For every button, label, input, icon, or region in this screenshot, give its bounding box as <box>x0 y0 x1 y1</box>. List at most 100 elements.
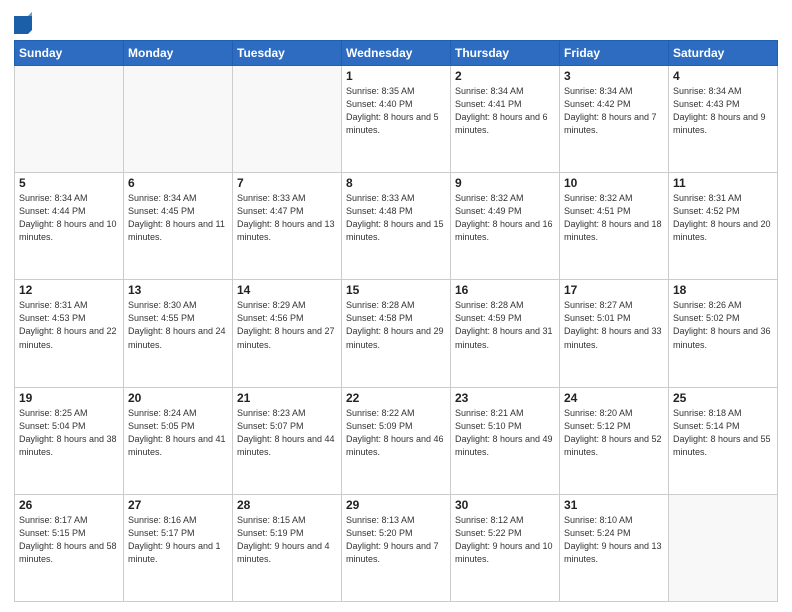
day-info: Sunrise: 8:16 AM Sunset: 5:17 PM Dayligh… <box>128 514 228 566</box>
day-number: 11 <box>673 176 773 190</box>
calendar-cell: 3Sunrise: 8:34 AM Sunset: 4:42 PM Daylig… <box>560 66 669 173</box>
calendar-cell: 6 Sunrise: 8:34 AM Sunset: 4:45 PM Daylig… <box>124 173 233 280</box>
calendar-cell <box>233 66 342 173</box>
calendar-cell: 16Sunrise: 8:28 AM Sunset: 4:59 PM Dayli… <box>451 280 560 387</box>
calendar-cell: 11 Sunrise: 8:31 AM Sunset: 4:52 PM Dayli… <box>669 173 778 280</box>
day-info: Sunrise: 8:29 AM Sunset: 4:56 PM Dayligh… <box>237 299 337 351</box>
weekday-header-wednesday: Wednesday <box>342 41 451 66</box>
week-row-2: 12 Sunrise: 8:31 AM Sunset: 4:53 PM Dayli… <box>15 280 778 387</box>
calendar-cell: 30 Sunrise: 8:12 AM Sunset: 5:22 PM Dayli… <box>451 494 560 601</box>
day-number: 22 <box>346 391 446 405</box>
calendar-cell <box>669 494 778 601</box>
day-number: 10 <box>564 176 664 190</box>
day-number: 6 <box>128 176 228 190</box>
day-info: Sunrise: 8:30 AM Sunset: 4:55 PM Dayligh… <box>128 299 228 351</box>
day-number: 29 <box>346 498 446 512</box>
day-info: Sunrise: 8:21 AM Sunset: 5:10 PM Dayligh… <box>455 407 555 459</box>
calendar-cell: 17Sunrise: 8:27 AM Sunset: 5:01 PM Dayli… <box>560 280 669 387</box>
calendar-cell: 18 Sunrise: 8:26 AM Sunset: 5:02 PM Dayli… <box>669 280 778 387</box>
day-info: Sunrise: 8:13 AM Sunset: 5:20 PM Dayligh… <box>346 514 446 566</box>
weekday-header-monday: Monday <box>124 41 233 66</box>
day-number: 20 <box>128 391 228 405</box>
day-number: 8 <box>346 176 446 190</box>
day-info: Sunrise: 8:26 AM Sunset: 5:02 PM Dayligh… <box>673 299 773 351</box>
day-info: Sunrise: 8:35 AM Sunset: 4:40 PM Dayligh… <box>346 85 446 137</box>
day-info: Sunrise: 8:22 AM Sunset: 5:09 PM Dayligh… <box>346 407 446 459</box>
calendar-cell: 5 Sunrise: 8:34 AM Sunset: 4:44 PM Daylig… <box>15 173 124 280</box>
day-info: Sunrise: 8:33 AM Sunset: 4:47 PM Dayligh… <box>237 192 337 244</box>
week-row-1: 5 Sunrise: 8:34 AM Sunset: 4:44 PM Daylig… <box>15 173 778 280</box>
calendar-cell: 28 Sunrise: 8:15 AM Sunset: 5:19 PM Dayli… <box>233 494 342 601</box>
day-number: 4 <box>673 69 773 83</box>
day-number: 28 <box>237 498 337 512</box>
day-number: 19 <box>19 391 119 405</box>
week-row-4: 26 Sunrise: 8:17 AM Sunset: 5:15 PM Dayli… <box>15 494 778 601</box>
calendar-cell <box>15 66 124 173</box>
day-info: Sunrise: 8:34 AM Sunset: 4:45 PM Dayligh… <box>128 192 228 244</box>
day-info: Sunrise: 8:32 AM Sunset: 4:51 PM Dayligh… <box>564 192 664 244</box>
day-number: 25 <box>673 391 773 405</box>
day-number: 12 <box>19 283 119 297</box>
calendar-cell: 9 Sunrise: 8:32 AM Sunset: 4:49 PM Daylig… <box>451 173 560 280</box>
day-info: Sunrise: 8:24 AM Sunset: 5:05 PM Dayligh… <box>128 407 228 459</box>
day-info: Sunrise: 8:34 AM Sunset: 4:42 PM Dayligh… <box>564 85 664 137</box>
calendar-cell: 20 Sunrise: 8:24 AM Sunset: 5:05 PM Dayli… <box>124 387 233 494</box>
day-info: Sunrise: 8:23 AM Sunset: 5:07 PM Dayligh… <box>237 407 337 459</box>
week-row-3: 19Sunrise: 8:25 AM Sunset: 5:04 PM Dayli… <box>15 387 778 494</box>
day-number: 7 <box>237 176 337 190</box>
day-number: 18 <box>673 283 773 297</box>
day-number: 24 <box>564 391 664 405</box>
calendar-cell: 7 Sunrise: 8:33 AM Sunset: 4:47 PM Daylig… <box>233 173 342 280</box>
weekday-header-friday: Friday <box>560 41 669 66</box>
day-number: 21 <box>237 391 337 405</box>
day-number: 31 <box>564 498 664 512</box>
weekday-header-thursday: Thursday <box>451 41 560 66</box>
calendar-cell: 29 Sunrise: 8:13 AM Sunset: 5:20 PM Dayli… <box>342 494 451 601</box>
day-number: 30 <box>455 498 555 512</box>
calendar-cell: 24 Sunrise: 8:20 AM Sunset: 5:12 PM Dayli… <box>560 387 669 494</box>
week-row-0: 1 Sunrise: 8:35 AM Sunset: 4:40 PM Daylig… <box>15 66 778 173</box>
day-info: Sunrise: 8:33 AM Sunset: 4:48 PM Dayligh… <box>346 192 446 244</box>
day-info: Sunrise: 8:34 AM Sunset: 4:44 PM Dayligh… <box>19 192 119 244</box>
day-number: 9 <box>455 176 555 190</box>
calendar-cell: 8 Sunrise: 8:33 AM Sunset: 4:48 PM Daylig… <box>342 173 451 280</box>
day-info: Sunrise: 8:28 AM Sunset: 4:58 PM Dayligh… <box>346 299 446 351</box>
day-number: 1 <box>346 69 446 83</box>
weekday-header-row: SundayMondayTuesdayWednesdayThursdayFrid… <box>15 41 778 66</box>
day-number: 14 <box>237 283 337 297</box>
calendar-cell: 19Sunrise: 8:25 AM Sunset: 5:04 PM Dayli… <box>15 387 124 494</box>
day-info: Sunrise: 8:17 AM Sunset: 5:15 PM Dayligh… <box>19 514 119 566</box>
calendar-cell: 31 Sunrise: 8:10 AM Sunset: 5:24 PM Dayli… <box>560 494 669 601</box>
day-number: 23 <box>455 391 555 405</box>
calendar-cell: 15Sunrise: 8:28 AM Sunset: 4:58 PM Dayli… <box>342 280 451 387</box>
calendar-table: SundayMondayTuesdayWednesdayThursdayFrid… <box>14 40 778 602</box>
day-number: 17 <box>564 283 664 297</box>
day-info: Sunrise: 8:20 AM Sunset: 5:12 PM Dayligh… <box>564 407 664 459</box>
day-info: Sunrise: 8:31 AM Sunset: 4:52 PM Dayligh… <box>673 192 773 244</box>
logo <box>14 14 35 34</box>
calendar-cell: 1 Sunrise: 8:35 AM Sunset: 4:40 PM Daylig… <box>342 66 451 173</box>
day-number: 26 <box>19 498 119 512</box>
day-number: 13 <box>128 283 228 297</box>
day-info: Sunrise: 8:32 AM Sunset: 4:49 PM Dayligh… <box>455 192 555 244</box>
calendar-cell <box>124 66 233 173</box>
calendar-cell: 22 Sunrise: 8:22 AM Sunset: 5:09 PM Dayli… <box>342 387 451 494</box>
day-info: Sunrise: 8:10 AM Sunset: 5:24 PM Dayligh… <box>564 514 664 566</box>
weekday-header-saturday: Saturday <box>669 41 778 66</box>
day-info: Sunrise: 8:18 AM Sunset: 5:14 PM Dayligh… <box>673 407 773 459</box>
calendar-cell: 25 Sunrise: 8:18 AM Sunset: 5:14 PM Dayli… <box>669 387 778 494</box>
calendar-cell: 23 Sunrise: 8:21 AM Sunset: 5:10 PM Dayli… <box>451 387 560 494</box>
calendar-cell: 27 Sunrise: 8:16 AM Sunset: 5:17 PM Dayli… <box>124 494 233 601</box>
day-info: Sunrise: 8:15 AM Sunset: 5:19 PM Dayligh… <box>237 514 337 566</box>
calendar-cell: 26 Sunrise: 8:17 AM Sunset: 5:15 PM Dayli… <box>15 494 124 601</box>
day-number: 27 <box>128 498 228 512</box>
day-number: 5 <box>19 176 119 190</box>
day-info: Sunrise: 8:28 AM Sunset: 4:59 PM Dayligh… <box>455 299 555 351</box>
day-info: Sunrise: 8:12 AM Sunset: 5:22 PM Dayligh… <box>455 514 555 566</box>
weekday-header-sunday: Sunday <box>15 41 124 66</box>
calendar-cell: 14 Sunrise: 8:29 AM Sunset: 4:56 PM Dayli… <box>233 280 342 387</box>
day-number: 2 <box>455 69 555 83</box>
logo-icon <box>14 12 32 34</box>
calendar-cell: 2Sunrise: 8:34 AM Sunset: 4:41 PM Daylig… <box>451 66 560 173</box>
day-info: Sunrise: 8:31 AM Sunset: 4:53 PM Dayligh… <box>19 299 119 351</box>
